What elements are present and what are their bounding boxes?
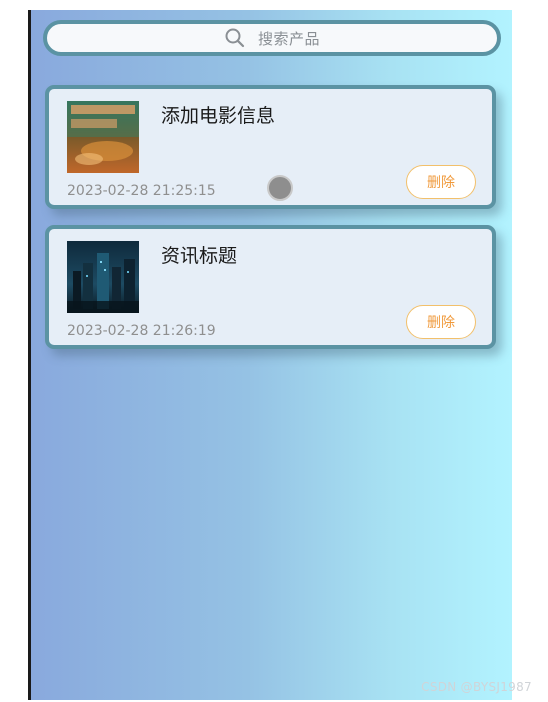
delete-button[interactable]: 删除 [406,165,476,199]
watermark: CSDN @BYSJ1987 [421,680,532,694]
delete-button[interactable]: 删除 [406,305,476,339]
search-icon [224,27,246,49]
night-city-thumbnail [67,241,139,313]
search-placeholder[interactable]: 搜索产品 [258,28,320,49]
movie-poster-thumbnail [67,101,139,173]
search-bar[interactable]: 搜索产品 [43,20,501,56]
item-timestamp: 2023-02-28 21:26:19 [67,323,216,339]
item-timestamp: 2023-02-28 21:25:15 [67,183,216,199]
item-title: 资讯标题 [161,245,238,267]
app-screen: 搜索产品 添加电影信息 2023-02-28 21:25:15 删除 资讯标题 … [28,10,512,700]
list-item[interactable]: 资讯标题 2023-02-28 21:26:19 删除 [45,225,496,349]
touch-indicator [267,175,293,201]
item-title: 添加电影信息 [161,105,276,127]
